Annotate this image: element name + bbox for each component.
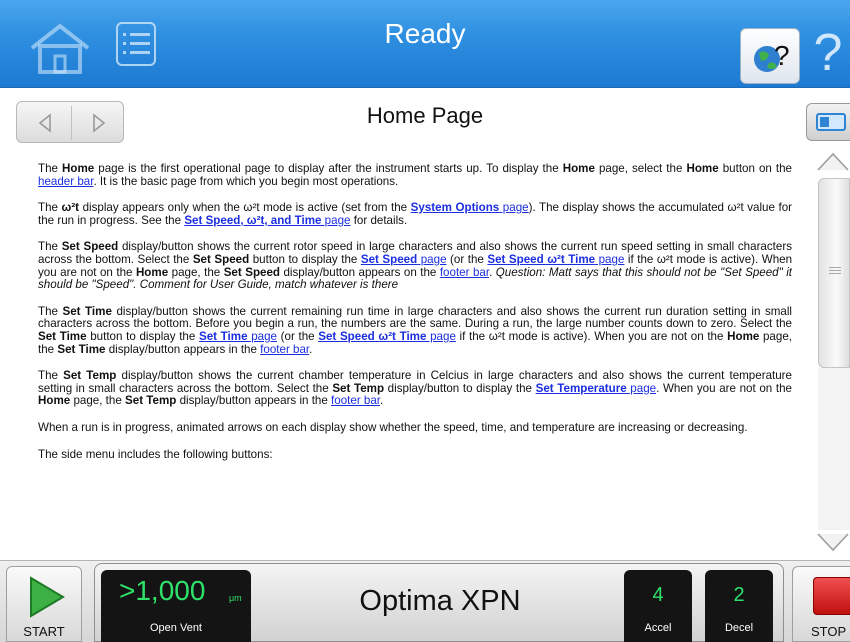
globe-question-icon: ? xyxy=(754,40,790,72)
question-mark-icon: ? xyxy=(813,24,843,82)
page-title: Home Page xyxy=(366,103,484,128)
paragraph-side-menu: The side menu includes the following but… xyxy=(38,447,273,461)
scrollbar-thumb[interactable] xyxy=(818,178,850,368)
paragraph-set-speed: The Set Speed display/button shows the c… xyxy=(38,240,792,292)
accel-display-button[interactable]: 4 Accel xyxy=(624,570,692,642)
accel-label: Accel xyxy=(644,622,672,634)
play-icon xyxy=(30,576,65,618)
status-title: Ready xyxy=(384,18,466,49)
decel-display-button[interactable]: 2 Decel xyxy=(705,570,773,642)
paragraph-home: The Home page is the first operational p… xyxy=(38,163,792,188)
svg-text:?: ? xyxy=(774,40,790,71)
language-help-button[interactable]: ? xyxy=(740,28,800,84)
paragraph-set-temp: The Set Temp display/button shows the cu… xyxy=(38,369,792,408)
set-speed-omega-time-link[interactable]: Set Speed ω²t Time page xyxy=(318,330,456,343)
scroll-down-arrow-icon[interactable] xyxy=(816,532,850,554)
scrollbar-background xyxy=(818,368,850,530)
help-content: The Home page is the first operational p… xyxy=(38,163,792,558)
footer-bar-link[interactable]: footer bar xyxy=(260,343,309,356)
speed-value: >1,000 xyxy=(119,575,206,606)
set-speed-display-button[interactable]: >1,000 μm Open Vent xyxy=(101,570,251,642)
header-bar: Ready ? ? xyxy=(0,0,850,88)
help-button[interactable]: ? xyxy=(806,20,850,86)
side-menu-toggle-button[interactable] xyxy=(806,103,850,141)
speed-unit: μm xyxy=(229,593,242,603)
scroll-up-arrow-icon[interactable] xyxy=(816,150,850,172)
speed-status: Open Vent xyxy=(150,622,202,634)
header-bar-link[interactable]: header bar xyxy=(38,175,93,188)
set-speed-omega-time-link[interactable]: Set Speed ω²t Time page xyxy=(487,253,624,266)
set-speed-link[interactable]: Set Speed page xyxy=(361,253,447,266)
decel-label: Decel xyxy=(724,622,754,634)
paragraph-omega: The ω²t display appears only when the ω²… xyxy=(38,201,792,227)
set-temperature-link[interactable]: Set Temperature page xyxy=(536,382,656,395)
start-button[interactable]: START xyxy=(6,566,82,642)
set-speed-omega-time-link[interactable]: Set Speed, ω²t, and Time page xyxy=(184,214,350,227)
decel-value: 2 xyxy=(733,584,745,606)
set-time-link[interactable]: Set Time page xyxy=(199,330,277,343)
panel-toggle-icon xyxy=(816,113,846,131)
footer-bar-link[interactable]: footer bar xyxy=(331,394,380,408)
stop-icon xyxy=(813,577,850,615)
system-options-link[interactable]: System Options page xyxy=(411,201,529,214)
paragraph-set-time: The Set Time display/button shows the cu… xyxy=(38,304,792,356)
accel-value: 4 xyxy=(652,584,664,606)
paragraph-animated-arrows: When a run is in progress, animated arro… xyxy=(38,420,748,434)
stop-button[interactable]: STOP xyxy=(792,566,850,642)
instrument-model-name: Optima XPN xyxy=(359,585,521,617)
footer-bar-link[interactable]: footer bar xyxy=(440,266,489,279)
